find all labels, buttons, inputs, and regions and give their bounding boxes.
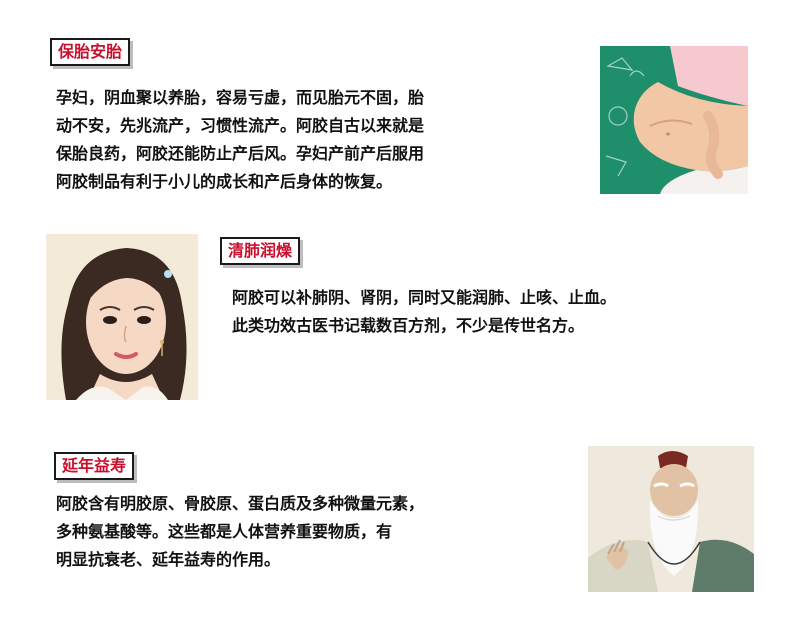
section-title-baotai: 保胎安胎 [50,38,131,66]
body-line: 阿胶含有明胶原、骨胶原、蛋白质及多种微量元素， [56,494,425,513]
section-body-yannian: 阿胶含有明胶原、骨胶原、蛋白质及多种微量元素， 多种氨基酸等。这些都是人体营养重… [56,490,424,574]
section-title-yannian: 延年益寿 [54,452,135,480]
body-line: 保胎良药，阿胶还能防止产后风。孕妇产前产后服用 [56,144,425,163]
section-title-qingfei: 清肺润燥 [220,237,301,265]
section-body-qingfei: 阿胶可以补肺阴、肾阴，同时又能润肺、止咳、止血。 此类功效古医书记载数百方剂，不… [232,284,616,340]
section-body-baotai: 孕妇，阴血聚以养胎，容易亏虚，而见胎元不固，胎 动不安，先兆流产，习惯性流产。阿… [56,84,424,196]
body-line: 阿胶可以补肺阴、肾阴，同时又能润肺、止咳、止血。 [232,288,617,307]
body-line: 明显抗衰老、延年益寿的作用。 [56,550,281,569]
body-line: 阿胶制品有利于小儿的成长和产后身体的恢复。 [56,172,393,191]
body-line: 孕妇，阴血聚以养胎，容易亏虚，而见胎元不固，胎 [56,88,425,107]
woman-portrait-image [46,234,198,400]
body-line: 此类功效古医书记载数百方剂，不少是传世名方。 [232,316,585,335]
pregnant-belly-image [600,46,748,194]
elder-portrait-image [588,446,754,592]
body-line: 多种氨基酸等。这些都是人体营养重要物质，有 [56,522,393,541]
body-line: 动不安，先兆流产，习惯性流产。阿胶自古以来就是 [56,116,425,135]
